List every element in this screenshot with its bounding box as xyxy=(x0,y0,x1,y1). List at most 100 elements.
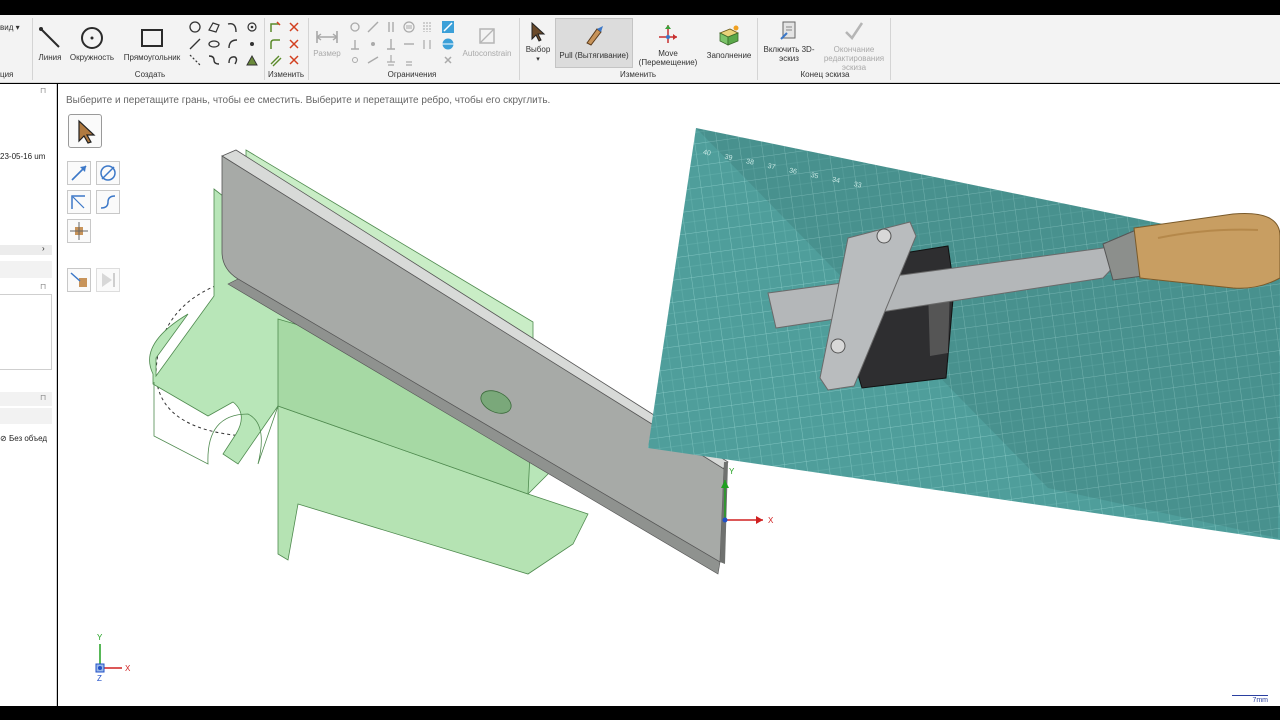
guide-icon xyxy=(70,272,87,287)
reference-photo[interactable]: 40 39 38 37 36 35 34 33 xyxy=(648,128,1280,548)
triangle-icon[interactable] xyxy=(245,53,259,67)
cursor-arrow-icon xyxy=(531,21,546,42)
chisel-handle xyxy=(1133,212,1280,289)
three-point-arc-icon[interactable] xyxy=(226,53,240,67)
trim-icon[interactable] xyxy=(268,20,282,34)
enable-3d-label-line1: Включить 3D- xyxy=(763,45,815,54)
select-tool-button[interactable] xyxy=(68,114,102,148)
checkmark-icon xyxy=(845,22,864,40)
dot-icon[interactable] xyxy=(245,37,259,51)
separator xyxy=(757,18,758,80)
circle-icon xyxy=(81,27,103,49)
autoconstrain-icon xyxy=(479,28,495,44)
move-label-line2: (Перемещение) xyxy=(638,58,698,67)
separator xyxy=(32,18,33,80)
midpoint-icon[interactable] xyxy=(366,37,380,51)
point-icon[interactable] xyxy=(188,37,202,51)
sweep-button[interactable] xyxy=(67,190,91,214)
parallel-icon[interactable] xyxy=(384,20,398,34)
arrow-up-right-icon xyxy=(71,165,87,181)
move-icon xyxy=(659,25,677,43)
3d-viewport[interactable]: Выберите и перетащите грань, чтобы ее см… xyxy=(58,84,1280,706)
horizontal-icon[interactable] xyxy=(402,37,416,51)
construction-line-icon[interactable] xyxy=(188,53,202,67)
view-dropdown[interactable]: вид ▾ xyxy=(0,23,20,32)
concentric-icon[interactable] xyxy=(348,53,362,67)
finish-sketch-button[interactable]: Окончание редактирования эскиза xyxy=(820,19,888,72)
rectangle-button[interactable]: Прямоугольник xyxy=(120,25,184,62)
vertical-icon[interactable] xyxy=(384,37,398,51)
dimension-icon xyxy=(316,31,338,43)
world-z-label: Z xyxy=(97,674,102,682)
pull-button[interactable]: Pull (Вытягивание) xyxy=(555,18,633,68)
coincident-icon[interactable] xyxy=(348,20,362,34)
move-button[interactable]: Move (Перемещение) xyxy=(636,21,700,67)
autoconstrain-button[interactable]: Autoconstrain xyxy=(458,25,516,58)
delete-constraints-icon[interactable] xyxy=(441,53,455,67)
s-curve-icon[interactable] xyxy=(207,53,221,67)
blend-icon xyxy=(100,195,116,209)
collinear-icon[interactable] xyxy=(366,53,380,67)
pivot-icon xyxy=(70,222,88,240)
wing-nut xyxy=(876,228,892,244)
offset-icon[interactable] xyxy=(268,53,282,67)
finish-label-line2: редактирования xyxy=(823,54,885,63)
play-end-icon xyxy=(102,273,115,287)
bottom-black-bar xyxy=(0,706,1280,720)
axis-triad[interactable]: Y X Z xyxy=(88,632,138,682)
symmetric-icon[interactable] xyxy=(420,20,434,34)
globe-icon[interactable] xyxy=(441,37,455,51)
cut-icon[interactable] xyxy=(287,20,301,34)
tool-guide-button[interactable] xyxy=(67,268,91,292)
sweep-arc-icon[interactable] xyxy=(226,37,240,51)
properties-list[interactable] xyxy=(0,294,52,370)
revolve-button[interactable] xyxy=(96,161,120,185)
separator xyxy=(519,18,520,80)
chamfer-icon[interactable] xyxy=(287,37,301,51)
ellipse-icon[interactable] xyxy=(207,37,221,51)
line-button[interactable]: Линия xyxy=(34,25,66,62)
blend-button[interactable] xyxy=(96,190,120,214)
equal-icon[interactable] xyxy=(402,20,416,34)
line-label: Линия xyxy=(38,53,62,62)
fillet-icon[interactable] xyxy=(268,37,282,51)
pull-direction-button[interactable] xyxy=(67,161,91,185)
rectangle-icon xyxy=(141,29,163,47)
sweep-icon xyxy=(71,195,85,209)
dimension-button[interactable]: Размер xyxy=(310,27,344,58)
cursor-arrow-icon xyxy=(78,119,96,144)
sketch-3d-icon xyxy=(780,21,796,40)
scale-bar: 7mm xyxy=(1232,695,1268,704)
tangent-icon[interactable] xyxy=(366,20,380,34)
complete-button[interactable] xyxy=(96,268,120,292)
fix-icon[interactable] xyxy=(420,37,434,51)
wing-nut xyxy=(830,338,846,354)
split-icon[interactable] xyxy=(287,53,301,67)
panel-scrollbar[interactable]: › xyxy=(0,244,52,255)
enable-3d-sketch-button[interactable]: Включить 3D- эскиз xyxy=(760,19,818,63)
spline-icon[interactable] xyxy=(245,20,259,34)
separator xyxy=(308,18,309,80)
fill-button[interactable]: Заполнение xyxy=(703,23,755,60)
arc-icon[interactable] xyxy=(226,20,240,34)
move-label-line1: Move xyxy=(658,49,678,58)
pivot-button[interactable] xyxy=(67,219,91,243)
tangent-arc-icon[interactable] xyxy=(207,20,221,34)
pin-icon[interactable]: ⊓ xyxy=(40,282,46,291)
ground-icon[interactable] xyxy=(384,53,398,67)
select-button[interactable]: Выбор ▾ xyxy=(522,21,554,64)
world-y-label: Y xyxy=(97,633,103,642)
panel-header xyxy=(0,261,52,278)
no-object-filter[interactable]: ⊘ Без объед xyxy=(0,434,47,443)
panel-header xyxy=(0,408,52,424)
top-black-bar xyxy=(0,0,1280,15)
show-constraints-icon[interactable] xyxy=(441,20,455,34)
perpendicular-icon[interactable] xyxy=(348,37,362,51)
polygon-icon[interactable] xyxy=(188,20,202,34)
structure-panel: ⊓ 23-05-16 um › ⊓ ⊓ ⊘ Без объед xyxy=(0,84,57,706)
modify-group-label: Изменить xyxy=(267,70,305,79)
pin-icon[interactable]: ⊓ xyxy=(40,393,46,402)
lock-icon[interactable] xyxy=(402,53,416,67)
circle-button[interactable]: Окружность xyxy=(67,25,117,62)
pin-icon[interactable]: ⊓ xyxy=(40,86,46,95)
